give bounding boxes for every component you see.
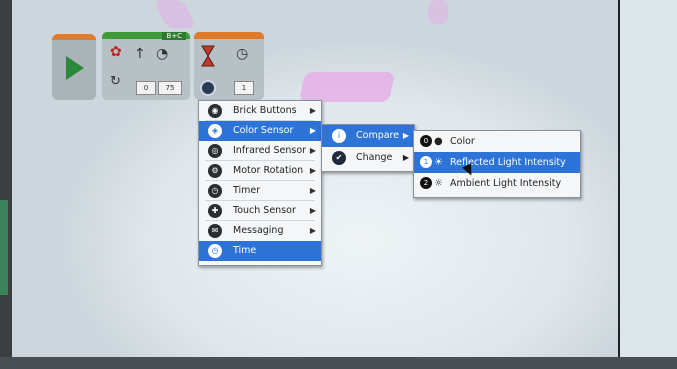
rotation-icon: ◔	[156, 46, 169, 62]
mode-number-badge: 1	[420, 156, 432, 168]
submenu-item-compare[interactable]: i Compare ▶	[322, 125, 414, 147]
leaf-item-label: Ambient Light Intensity	[450, 178, 562, 189]
menu-item-label: Messaging	[233, 225, 284, 236]
motor-param-2[interactable]: 75	[158, 81, 182, 95]
infrared-sensor-icon: ◎	[208, 144, 222, 158]
play-icon[interactable]	[66, 56, 84, 80]
menu-item-label: Touch Sensor	[233, 205, 296, 216]
motor-port-label[interactable]: B+C	[162, 32, 186, 40]
wait-mode-menu: ◉ Brick Buttons ▶ ◈ Color Sensor ▶ ◎ Inf…	[198, 100, 322, 266]
color-icon: ●	[434, 136, 443, 147]
submenu-arrow-icon: ▶	[309, 126, 316, 135]
hourglass-icon	[201, 45, 215, 67]
menu-item-label: Time	[233, 245, 257, 256]
ambient-light-icon: ☼	[434, 178, 443, 189]
motor-param-1[interactable]: 0	[136, 81, 156, 95]
direction-arrow-icon: ↑	[134, 46, 146, 62]
brick-buttons-icon: ◉	[208, 104, 222, 118]
menu-item-brick-buttons[interactable]: ◉ Brick Buttons ▶	[199, 101, 321, 121]
submenu-arrow-icon: ▶	[402, 153, 409, 162]
tank-steering-icon: ✿	[110, 44, 122, 60]
color-sensor-submenu: i Compare ▶ ✔ Change ▶	[321, 124, 415, 172]
wait-mode-button[interactable]	[200, 80, 216, 96]
menu-item-infrared-sensor[interactable]: ◎ Infrared Sensor ▶	[199, 141, 321, 161]
menu-item-messaging[interactable]: ✉ Messaging ▶	[199, 221, 321, 241]
monitor-bezel-left	[0, 0, 12, 369]
move-tank-block[interactable]: B+C ✿ ↑ ◔ ↻ 0 75	[102, 32, 190, 100]
submenu-arrow-icon: ▶	[402, 131, 409, 140]
submenu-arrow-icon: ▶	[309, 186, 316, 195]
leaf-item-label: Color	[450, 136, 475, 147]
mode-icon[interactable]: ↻	[110, 75, 121, 89]
menu-item-touch-sensor[interactable]: ✚ Touch Sensor ▶	[199, 201, 321, 221]
monitor-bezel-bottom	[0, 357, 677, 369]
menu-item-label: Timer	[233, 185, 261, 196]
leaf-item-ambient-light-intensity[interactable]: 2 ☼ Ambient Light Intensity	[414, 173, 580, 194]
screen-glare	[428, 0, 448, 24]
reflected-light-icon: ☀	[434, 157, 443, 168]
timer-icon: ◷	[208, 184, 222, 198]
wait-block[interactable]: ◷ 1	[194, 32, 264, 100]
side-panel	[620, 0, 677, 357]
leaf-item-color[interactable]: 0 ● Color	[414, 131, 580, 152]
menu-item-color-sensor[interactable]: ◈ Color Sensor ▶	[199, 121, 321, 141]
screen-glare	[298, 72, 396, 102]
submenu-arrow-icon: ▶	[309, 206, 316, 215]
compare-icon: i	[332, 129, 346, 143]
menu-item-label: Infrared Sensor	[233, 145, 307, 156]
background-window-edge	[0, 200, 8, 295]
menu-item-label: Brick Buttons	[233, 105, 297, 116]
time-icon: ◷	[208, 244, 222, 258]
timer-icon: ◷	[236, 46, 249, 62]
submenu-arrow-icon: ▶	[309, 166, 316, 175]
compare-submenu: 0 ● Color 1 ☀ Reflected Light Intensity …	[413, 130, 581, 198]
submenu-item-change[interactable]: ✔ Change ▶	[322, 147, 414, 169]
submenu-arrow-icon: ▶	[309, 146, 316, 155]
submenu-arrow-icon: ▶	[309, 226, 316, 235]
color-sensor-icon: ◈	[208, 124, 222, 138]
menu-item-motor-rotation[interactable]: ⚙ Motor Rotation ▶	[199, 161, 321, 181]
mode-number-badge: 2	[420, 177, 432, 189]
submenu-item-label: Change	[356, 152, 393, 163]
motor-rotation-icon: ⚙	[208, 164, 222, 178]
change-icon: ✔	[332, 151, 346, 165]
menu-item-timer[interactable]: ◷ Timer ▶	[199, 181, 321, 201]
touch-sensor-icon: ✚	[208, 204, 222, 218]
menu-item-label: Color Sensor	[233, 125, 294, 136]
menu-item-time[interactable]: ◷ Time	[199, 241, 321, 261]
start-block[interactable]	[52, 34, 96, 100]
messaging-icon: ✉	[208, 224, 222, 238]
submenu-item-label: Compare	[356, 130, 400, 141]
menu-item-label: Motor Rotation	[233, 165, 304, 176]
leaf-item-reflected-light-intensity[interactable]: 1 ☀ Reflected Light Intensity	[414, 152, 580, 173]
submenu-arrow-icon: ▶	[309, 106, 316, 115]
mode-number-badge: 0	[420, 135, 432, 147]
wait-param[interactable]: 1	[234, 81, 254, 95]
